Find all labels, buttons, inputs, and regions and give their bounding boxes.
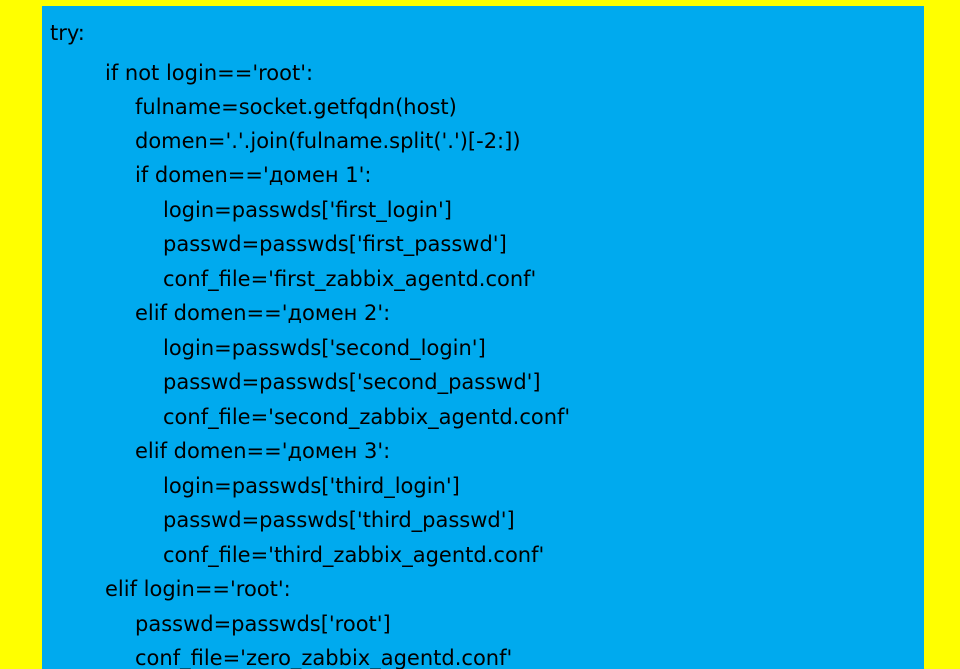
- code-line-elif-domen-2: elif domen=='домен 2':: [135, 301, 391, 325]
- code-line-elif-domen-3: elif domen=='домен 3':: [135, 439, 391, 463]
- code-line-third-login: login=passwds['third_login']: [163, 474, 460, 498]
- code-line-second-login: login=passwds['second_login']: [163, 336, 486, 360]
- code-line-third-passwd: passwd=passwds['third_passwd']: [163, 508, 515, 532]
- code-line-first-passwd: passwd=passwds['first_passwd']: [163, 232, 507, 256]
- code-line-if-not-root: if not login=='root':: [105, 61, 314, 85]
- code-line-first-conf: conf_file='first_zabbix_agentd.conf': [163, 267, 537, 291]
- code-line-try: try:: [50, 21, 85, 45]
- code-line-first-login: login=passwds['first_login']: [163, 198, 452, 222]
- code-panel: try: if not login=='root': fulname=socke…: [42, 6, 924, 669]
- code-line-second-passwd: passwd=passwds['second_passwd']: [163, 370, 541, 394]
- code-line-fulname: fulname=socket.getfqdn(host): [135, 95, 457, 119]
- code-line-domen: domen='.'.join(fulname.split('.')[-2:]): [135, 129, 521, 153]
- code-line-root-passwd: passwd=passwds['root']: [135, 612, 391, 636]
- code-line-third-conf: conf_file='third_zabbix_agentd.conf': [163, 543, 545, 567]
- code-line-elif-root: elif login=='root':: [105, 577, 291, 601]
- code-line-second-conf: conf_file='second_zabbix_agentd.conf': [163, 405, 571, 429]
- code-line-if-domen-1: if domen=='домен 1':: [135, 163, 372, 187]
- code-line-zero-conf: conf_file='zero_zabbix_agentd.conf': [135, 646, 513, 669]
